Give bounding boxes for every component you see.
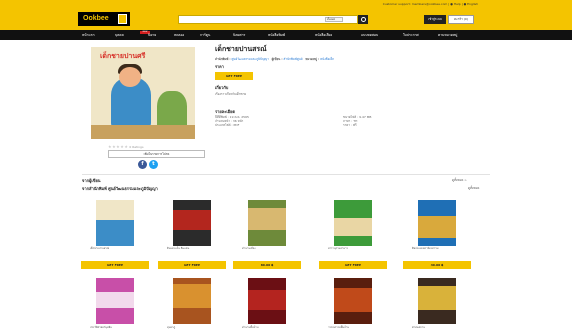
star-rating-icon[interactable]: ★★★★★	[108, 144, 128, 149]
book-card-title[interactable]: เด็กชายปานสรณ์	[90, 247, 142, 250]
detail-filetype: ประเภทไฟล์ : PDF	[215, 123, 240, 127]
cart-button[interactable]: ตะกร้า (0)	[448, 15, 474, 24]
book-meta: สำนักพิมพ์ : ศูนย์วัฒนธรรมและภูมิปัญญา ผ…	[215, 57, 487, 62]
rating: ★★★★★ 0 Ratings	[108, 144, 144, 149]
book-card-title[interactable]: สุนทรภู่	[167, 326, 219, 329]
book-title: เด็กชายปานสรณ์	[215, 46, 267, 53]
support-links[interactable]: Customer support: members@ookbee.com | ●…	[383, 2, 478, 6]
publisher-label: ผู้เขียน :	[271, 57, 283, 61]
book-thumbnail[interactable]	[418, 200, 456, 246]
book-info: เด็กชายปานสรณ์ สำนักพิมพ์ : ศูนย์วัฒนธรร…	[215, 44, 487, 97]
book-card-title[interactable]: ประวัติศาสตร์มุสลิม	[90, 326, 142, 329]
book-cover[interactable]: เด็กชายปานศรี	[91, 47, 195, 139]
author-link[interactable]: ศูนย์วัฒนธรรมและภูมิปัญญา	[232, 57, 269, 61]
get-free-button[interactable]: GET FREE	[158, 261, 226, 269]
nav-item-magazine[interactable]: นิตยสาร	[233, 30, 245, 40]
nav-item-home[interactable]: หน้าแรก	[82, 30, 95, 40]
book-thumbnail[interactable]	[173, 200, 211, 246]
book-thumbnail[interactable]	[173, 278, 211, 324]
nav-item-test[interactable]: แบบทดสอบ	[361, 30, 378, 40]
nav-item-categories[interactable]: ตามหมวดหมู่	[438, 30, 457, 40]
section-title-author: จากผู้เขียน	[82, 178, 101, 183]
cover-plant-illustration	[157, 91, 187, 129]
book-thumbnail[interactable]	[248, 200, 286, 246]
book-details: รายละเอียด ปีที่ตีพิมพ์ : 19 ต.ค. 2565 ข…	[215, 108, 487, 127]
get-free-button[interactable]: GET FREE	[215, 72, 253, 80]
get-free-button[interactable]: GET FREE	[81, 261, 149, 269]
main-nav: หน้าแรก บุคคล NEW นิยาย ทดลอง การ์ตูน นิ…	[0, 30, 572, 40]
facebook-share-icon[interactable]: f	[138, 160, 147, 169]
category-link[interactable]: หนังสือเด็ก	[320, 57, 334, 61]
see-all-author-link[interactable]: ดูทั้งหมด >	[452, 178, 467, 183]
book-card-title[interactable]: ศาสนสถาน	[412, 326, 464, 329]
twitter-share-icon[interactable]: t	[149, 160, 158, 169]
search-input[interactable]: ทั้งหมด	[178, 15, 358, 24]
price-button[interactable]: 80.00 ฿	[233, 261, 301, 269]
logo-mascot-icon	[118, 14, 127, 24]
nav-item-newspaper[interactable]: หนังสือพิมพ์	[268, 30, 285, 40]
book-card-title[interactable]: ตำนานพื้นบ้าน	[242, 326, 294, 329]
top-utility-bar: Customer support: members@ookbee.com | ●…	[0, 0, 572, 9]
section-title-publisher: จากสำนักพิมพ์ ศูนย์วัฒนธรรมและภูมิปัญญา	[82, 186, 158, 191]
get-free-button[interactable]: GET FREE	[319, 261, 387, 269]
see-all-publisher-link[interactable]: ดูทั้งหมด	[468, 186, 479, 191]
cover-ground	[91, 125, 195, 139]
search-icon[interactable]	[358, 15, 368, 24]
nav-item-novel[interactable]: นิยาย	[148, 30, 156, 40]
details-heading: รายละเอียด	[215, 109, 236, 114]
divider	[82, 174, 490, 175]
cover-title: เด็กชายปานศรี	[100, 53, 146, 60]
book-thumbnail[interactable]	[248, 278, 286, 324]
nav-item-certificate[interactable]: ใบประกาศ	[403, 30, 419, 40]
book-thumbnail[interactable]	[418, 278, 456, 324]
detail-price: ราคา : ฟรี	[343, 123, 357, 127]
book-card-title[interactable]: ดินแดน ต้น ดินแดน	[167, 247, 219, 250]
book-thumbnail[interactable]	[96, 200, 134, 246]
search-category-select[interactable]: ทั้งหมด	[325, 17, 343, 22]
nav-item-comic[interactable]: การ์ตูน	[200, 30, 210, 40]
price-button[interactable]: 40.00 ฿	[403, 261, 471, 269]
logo-text: Ookbee	[83, 15, 109, 22]
login-button[interactable]: เข้าสู่ระบบ	[424, 15, 446, 24]
author-label: สำนักพิมพ์ :	[215, 57, 231, 61]
book-thumbnail[interactable]	[334, 278, 372, 324]
nav-item-audiobook[interactable]: หนังสือเสียง	[315, 30, 332, 40]
category-label: หมวดหมู่ :	[305, 57, 320, 61]
price-label: ราคา	[215, 64, 224, 69]
ookbee-logo[interactable]: Ookbee	[78, 12, 130, 26]
description-text: เรื่องราวเกี่ยวกับเด็กชาย	[215, 92, 247, 96]
book-card-title[interactable]: ศิลปะและสถาปัตยกรรม	[412, 247, 464, 250]
book-thumbnail[interactable]	[334, 200, 372, 246]
book-card-title[interactable]: สารานุกรมอาหาร	[328, 247, 380, 250]
description-heading: เกี่ยวกับ	[215, 85, 229, 90]
book-card-title[interactable]: วรรณกรรมพื้นบ้าน	[328, 326, 380, 329]
book-card-title[interactable]: ตำนานเมือง	[242, 247, 294, 250]
publisher-link[interactable]: สำนักพิมพ์ศูนย์	[284, 57, 303, 61]
wishlist-button[interactable]: เพิ่มในรายการโปรด	[108, 150, 205, 158]
cover-head	[119, 67, 141, 87]
nav-item-people[interactable]: บุคคล	[115, 30, 124, 40]
book-thumbnail[interactable]	[96, 278, 134, 324]
rating-count: 0 Ratings	[129, 145, 144, 149]
site-header: Ookbee ทั้งหมด เข้าสู่ระบบ ตะกร้า (0)	[0, 9, 572, 30]
nav-item-trial[interactable]: ทดลอง	[174, 30, 184, 40]
